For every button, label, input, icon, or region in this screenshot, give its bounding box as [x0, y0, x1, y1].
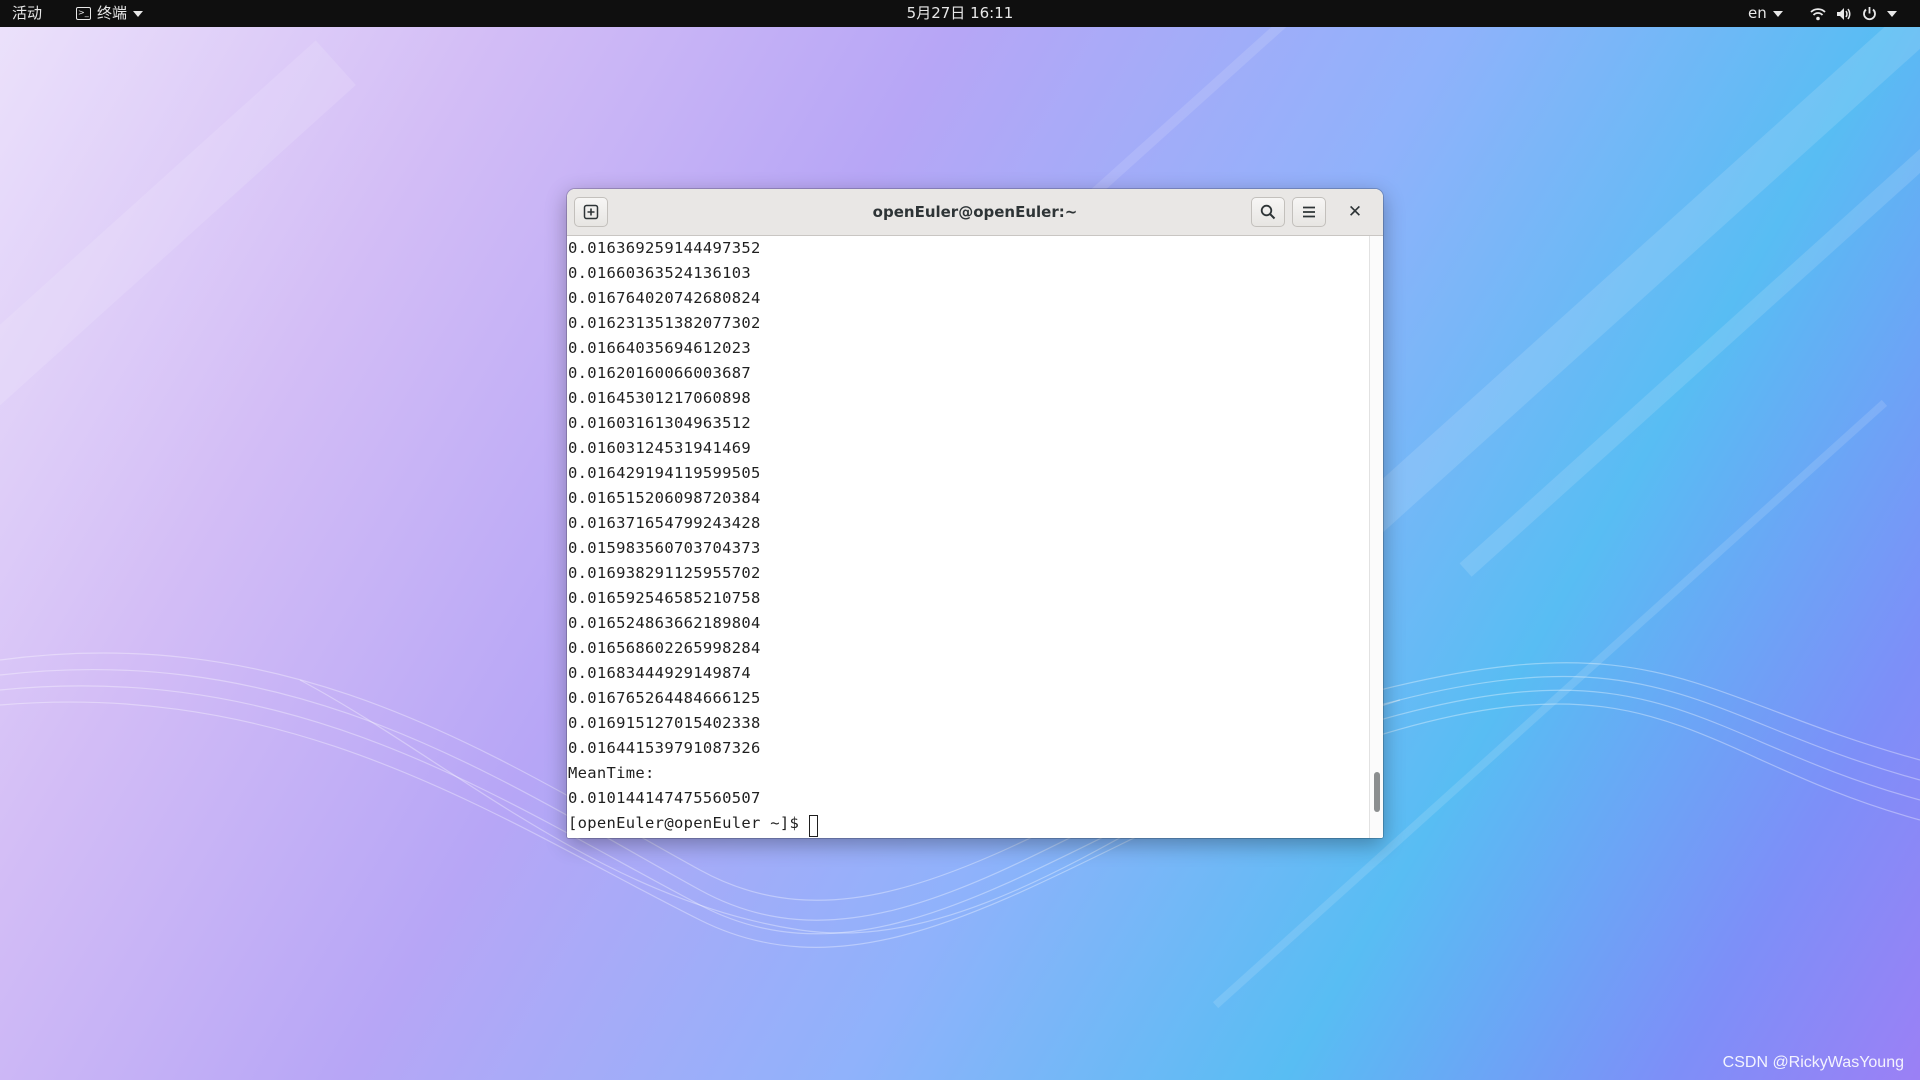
power-icon [1863, 7, 1876, 21]
terminal-line: 0.016938291125955702 [568, 564, 761, 582]
terminal-line: 0.01603161304963512 [568, 414, 752, 432]
text-cursor [809, 814, 819, 837]
terminal-line: MeanTime: [568, 764, 655, 782]
terminal-line: 0.015983560703704373 [568, 539, 761, 557]
search-button[interactable] [1251, 197, 1285, 227]
menu-button[interactable] [1292, 197, 1326, 227]
language-label: en [1748, 4, 1767, 22]
terminal-output[interactable]: 0.016369259144497352 0.01660363524136103 0… [567, 236, 1369, 838]
wifi-icon [1810, 7, 1826, 20]
terminal-line: 0.016765264484666125 [568, 689, 761, 707]
terminal-line: 0.016429194119599505 [568, 464, 761, 482]
terminal-line: 0.016592546585210758 [568, 589, 761, 607]
terminal-line: 0.01645301217060898 [568, 389, 752, 407]
scrollbar-thumb[interactable] [1374, 772, 1380, 812]
terminal-line: 0.01620160066003687 [568, 364, 752, 382]
top-bar: 活动 >_ 终端 5月27日 16:11 en [0, 0, 1920, 27]
terminal-line: 0.01603124531941469 [568, 439, 752, 457]
terminal-prompt-line[interactable]: [openEuler@openEuler ~]$ [567, 811, 1369, 837]
shell-prompt: [openEuler@openEuler ~]$ [568, 814, 800, 832]
new-tab-icon [583, 204, 599, 220]
window-titlebar[interactable]: openEuler@openEuler:~ ✕ [567, 189, 1383, 236]
terminal-line: 0.016764020742680824 [568, 289, 761, 307]
terminal-line: 0.01660363524136103 [568, 264, 752, 282]
scrollbar[interactable] [1369, 236, 1383, 838]
chevron-down-icon [1772, 10, 1783, 17]
terminal-line: 0.01664035694612023 [568, 339, 752, 357]
terminal-line: 0.016441539791087326 [568, 739, 761, 757]
terminal-line: 0.016568602265998284 [568, 639, 761, 657]
watermark-text: CSDN @RickyWasYoung [1722, 1054, 1904, 1071]
volume-icon [1837, 7, 1851, 20]
terminal-window: openEuler@openEuler:~ ✕ 0.01636925914449… [567, 189, 1383, 838]
close-button[interactable]: ✕ [1339, 197, 1371, 227]
terminal-line: 0.016369259144497352 [568, 239, 761, 257]
terminal-line: 0.016371654799243428 [568, 514, 761, 532]
close-icon: ✕ [1347, 202, 1363, 222]
new-tab-button[interactable] [574, 197, 608, 227]
clock-button[interactable]: 5月27日 16:11 [0, 0, 1920, 27]
language-selector[interactable]: en [1748, 0, 1783, 27]
terminal-line: 0.016915127015402338 [568, 714, 761, 732]
chevron-down-icon [1887, 10, 1897, 17]
search-icon [1260, 204, 1276, 220]
terminal-line: 0.010144147475560507 [568, 789, 761, 807]
system-menu[interactable] [1810, 0, 1897, 27]
terminal-line: 0.01683444929149874 [568, 664, 752, 682]
terminal-line: 0.016231351382077302 [568, 314, 761, 332]
terminal-line: 0.016515206098720384 [568, 489, 761, 507]
terminal-line: 0.016524863662189804 [568, 614, 761, 632]
hamburger-menu-icon [1303, 206, 1315, 218]
terminal-lines: 0.016369259144497352 0.01660363524136103 0… [567, 236, 1369, 811]
